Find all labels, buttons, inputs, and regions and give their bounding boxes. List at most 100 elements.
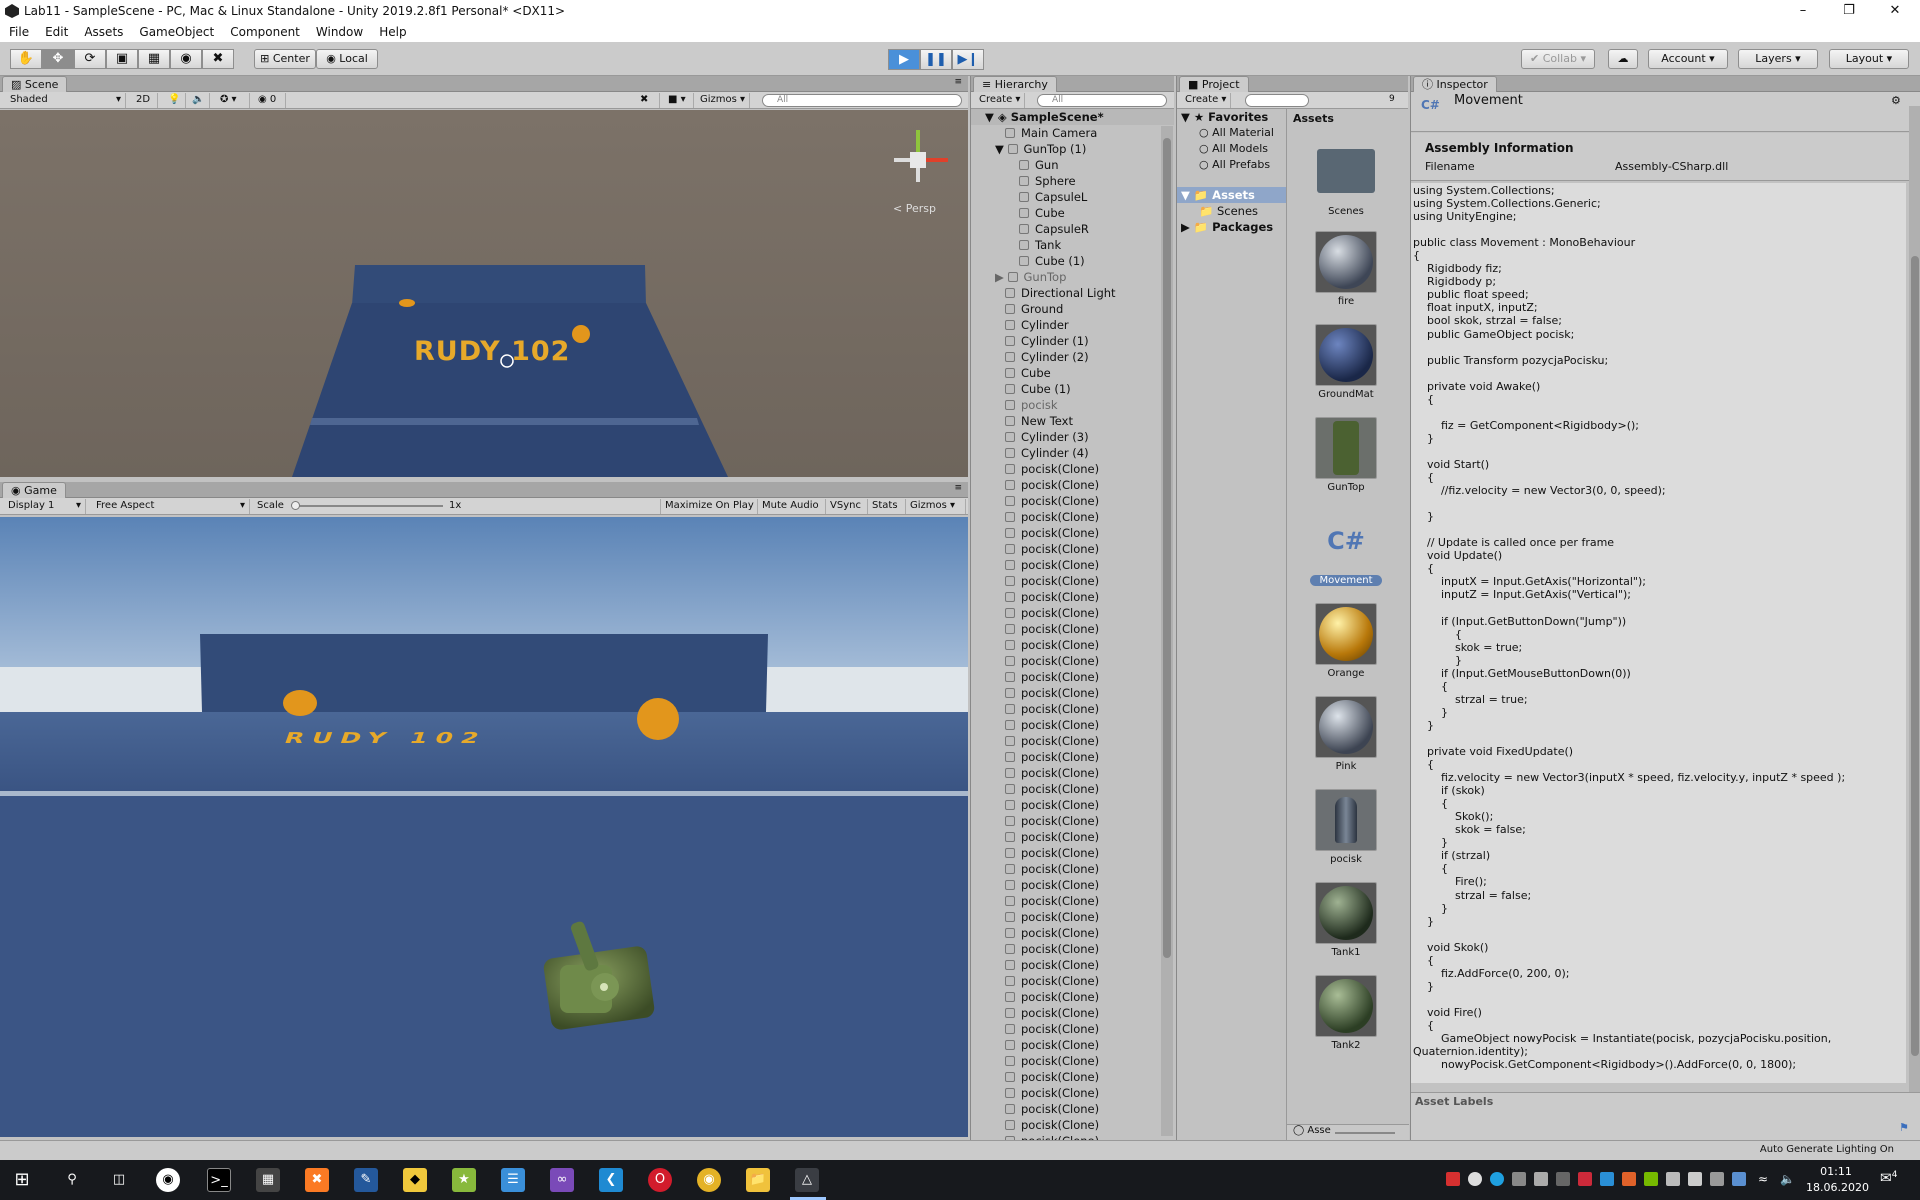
account-button[interactable]: Account ▾ (1648, 49, 1728, 69)
scale-slider[interactable] (293, 505, 443, 507)
opera-icon[interactable]: O (648, 1168, 672, 1192)
hierarchy-search-input[interactable]: All (1037, 94, 1167, 107)
hierarchy-clone-item[interactable]: pocisk(Clone) (971, 1069, 1174, 1085)
hierarchy-clone-item[interactable]: pocisk(Clone) (971, 1085, 1174, 1101)
hierarchy-clone-item[interactable]: pocisk(Clone) (971, 845, 1174, 861)
hierarchy-clone-item[interactable]: pocisk(Clone) (971, 941, 1174, 957)
pivot-local-button[interactable]: ◉ Local (316, 49, 378, 69)
hierarchy-clone-item[interactable]: pocisk(Clone) (971, 493, 1174, 509)
scene-orientation-gizmo[interactable] (888, 118, 958, 198)
vsync-toggle[interactable]: VSync (826, 499, 868, 514)
hand-tool-icon[interactable]: ✋ (10, 49, 42, 69)
scale-tool-icon[interactable]: ▣ (106, 49, 138, 69)
asset-orange[interactable]: Orange (1310, 603, 1382, 679)
menu-gameobject[interactable]: GameObject (130, 22, 221, 42)
windows-start-icon[interactable]: ⊞ (10, 1168, 34, 1192)
project-search-input[interactable] (1245, 94, 1309, 107)
hierarchy-clone-item[interactable]: pocisk(Clone) (971, 893, 1174, 909)
hierarchy-clone-item[interactable]: pocisk(Clone) (971, 781, 1174, 797)
menu-component[interactable]: Component (221, 22, 307, 42)
hierarchy-item[interactable]: CapsuleL (971, 189, 1174, 205)
hierarchy-item[interactable]: ▶ GunTop (971, 269, 1174, 285)
hierarchy-item[interactable]: Cube (971, 205, 1174, 221)
tray-battery-icon[interactable] (1688, 1172, 1702, 1186)
hierarchy-item[interactable]: Cylinder (2) (971, 349, 1174, 365)
asset-scenes[interactable]: Scenes (1310, 140, 1382, 217)
asset-movement[interactable]: C# Movement (1310, 510, 1382, 586)
hierarchy-clone-item[interactable]: pocisk(Clone) (971, 557, 1174, 573)
tab-inspector[interactable]: ⓘ Inspector (1413, 76, 1497, 93)
menu-window[interactable]: Window (307, 22, 370, 42)
maximize-icon[interactable]: ❐ (1826, 0, 1872, 22)
terminal-icon[interactable]: >_ (207, 1168, 231, 1192)
hierarchy-item[interactable]: Ground (971, 301, 1174, 317)
hierarchy-clone-item[interactable]: pocisk(Clone) (971, 973, 1174, 989)
hierarchy-item[interactable]: Cube (971, 365, 1174, 381)
layout-button[interactable]: Layout ▾ (1829, 49, 1909, 69)
tray-icon-4[interactable] (1512, 1172, 1526, 1186)
asset-tank1[interactable]: Tank1 (1310, 882, 1382, 958)
mute-audio-toggle[interactable]: Mute Audio (758, 499, 826, 514)
xampp-icon[interactable]: ✖ (305, 1168, 329, 1192)
hierarchy-clone-item[interactable]: pocisk(Clone) (971, 637, 1174, 653)
pivot-center-button[interactable]: ⊞ Center (254, 49, 316, 69)
hierarchy-clone-item[interactable]: pocisk(Clone) (971, 749, 1174, 765)
tray-icon-11[interactable] (1666, 1172, 1680, 1186)
hierarchy-clone-item[interactable]: pocisk(Clone) (971, 573, 1174, 589)
task-view-icon[interactable]: ◫ (107, 1168, 131, 1192)
menu-assets[interactable]: Assets (75, 22, 130, 42)
hierarchy-clone-item[interactable]: pocisk(Clone) (971, 989, 1174, 1005)
stats-toggle[interactable]: Stats (868, 499, 906, 514)
explorer-icon[interactable]: 📁 (746, 1168, 770, 1192)
asset-groundmat[interactable]: GroundMat (1310, 324, 1382, 400)
fav-all-prefabs[interactable]: ○ All Prefabs (1177, 157, 1286, 173)
move-tool-icon[interactable]: ✥ (42, 49, 74, 69)
hierarchy-clone-item[interactable]: pocisk(Clone) (971, 1101, 1174, 1117)
maximize-on-play-toggle[interactable]: Maximize On Play (660, 499, 758, 514)
hierarchy-clone-item[interactable]: pocisk(Clone) (971, 669, 1174, 685)
aspect-dropdown[interactable]: Free Aspect ▾ (92, 499, 250, 514)
hierarchy-clone-item[interactable]: pocisk(Clone) (971, 653, 1174, 669)
hierarchy-item[interactable]: Sphere (971, 173, 1174, 189)
volume-icon[interactable]: 🔈 (1780, 1172, 1795, 1186)
hierarchy-clone-item[interactable]: pocisk(Clone) (971, 685, 1174, 701)
hierarchy-clone-item[interactable]: pocisk(Clone) (971, 1005, 1174, 1021)
asset-pocisk[interactable]: pocisk (1310, 789, 1382, 865)
cloud-button[interactable]: ☁ (1608, 49, 1638, 69)
hierarchy-clone-item[interactable]: pocisk(Clone) (971, 525, 1174, 541)
favorites-folder[interactable]: ▼ ★ Favorites (1177, 109, 1286, 125)
lighting-toggle-icon[interactable]: 💡 (164, 93, 186, 108)
hierarchy-clone-item[interactable]: pocisk(Clone) (971, 861, 1174, 877)
tray-icon-13[interactable] (1710, 1172, 1724, 1186)
tab-scene[interactable]: ▨ Scene (2, 76, 68, 93)
hierarchy-clone-item[interactable]: pocisk(Clone) (971, 509, 1174, 525)
tray-cloud-icon[interactable] (1468, 1172, 1482, 1186)
inspector-scroll-thumb[interactable] (1911, 256, 1919, 1056)
layers-button[interactable]: Layers ▾ (1738, 49, 1818, 69)
hierarchy-scroll-thumb[interactable] (1163, 138, 1171, 958)
fav-all-materials[interactable]: ○ All Material (1177, 125, 1286, 141)
asset-pink[interactable]: Pink (1310, 696, 1382, 772)
asset-fire[interactable]: fire (1310, 231, 1382, 307)
tray-skype-icon[interactable] (1490, 1172, 1504, 1186)
hierarchy-clone-item[interactable]: pocisk(Clone) (971, 909, 1174, 925)
hierarchy-clone-item[interactable]: pocisk(Clone) (971, 605, 1174, 621)
hierarchy-clone-item[interactable]: pocisk(Clone) (971, 813, 1174, 829)
sourcetree-icon[interactable]: ★ (452, 1168, 476, 1192)
toggle-2d-button[interactable]: 2D (132, 93, 158, 108)
calculator-icon[interactable]: ▦ (256, 1168, 280, 1192)
hierarchy-clone-item[interactable]: pocisk(Clone) (971, 797, 1174, 813)
hierarchy-clone-item[interactable]: pocisk(Clone) (971, 1053, 1174, 1069)
hierarchy-create-dropdown[interactable]: Create ▾ (975, 93, 1025, 108)
menu-help[interactable]: Help (370, 22, 413, 42)
settings-gear-icon[interactable]: ⚙ (1891, 94, 1901, 107)
search-icon[interactable]: ⚲ (60, 1168, 84, 1192)
hierarchy-item[interactable]: Main Camera (971, 125, 1174, 141)
tray-icon-8[interactable] (1600, 1172, 1614, 1186)
hierarchy-scrollbar[interactable] (1161, 126, 1173, 1136)
hierarchy-clone-item[interactable]: pocisk(Clone) (971, 733, 1174, 749)
hierarchy-item[interactable]: Cylinder (971, 317, 1174, 333)
hierarchy-item[interactable]: Cylinder (3) (971, 429, 1174, 445)
hierarchy-item[interactable]: Cube (1) (971, 253, 1174, 269)
hierarchy-clone-item[interactable]: pocisk(Clone) (971, 477, 1174, 493)
